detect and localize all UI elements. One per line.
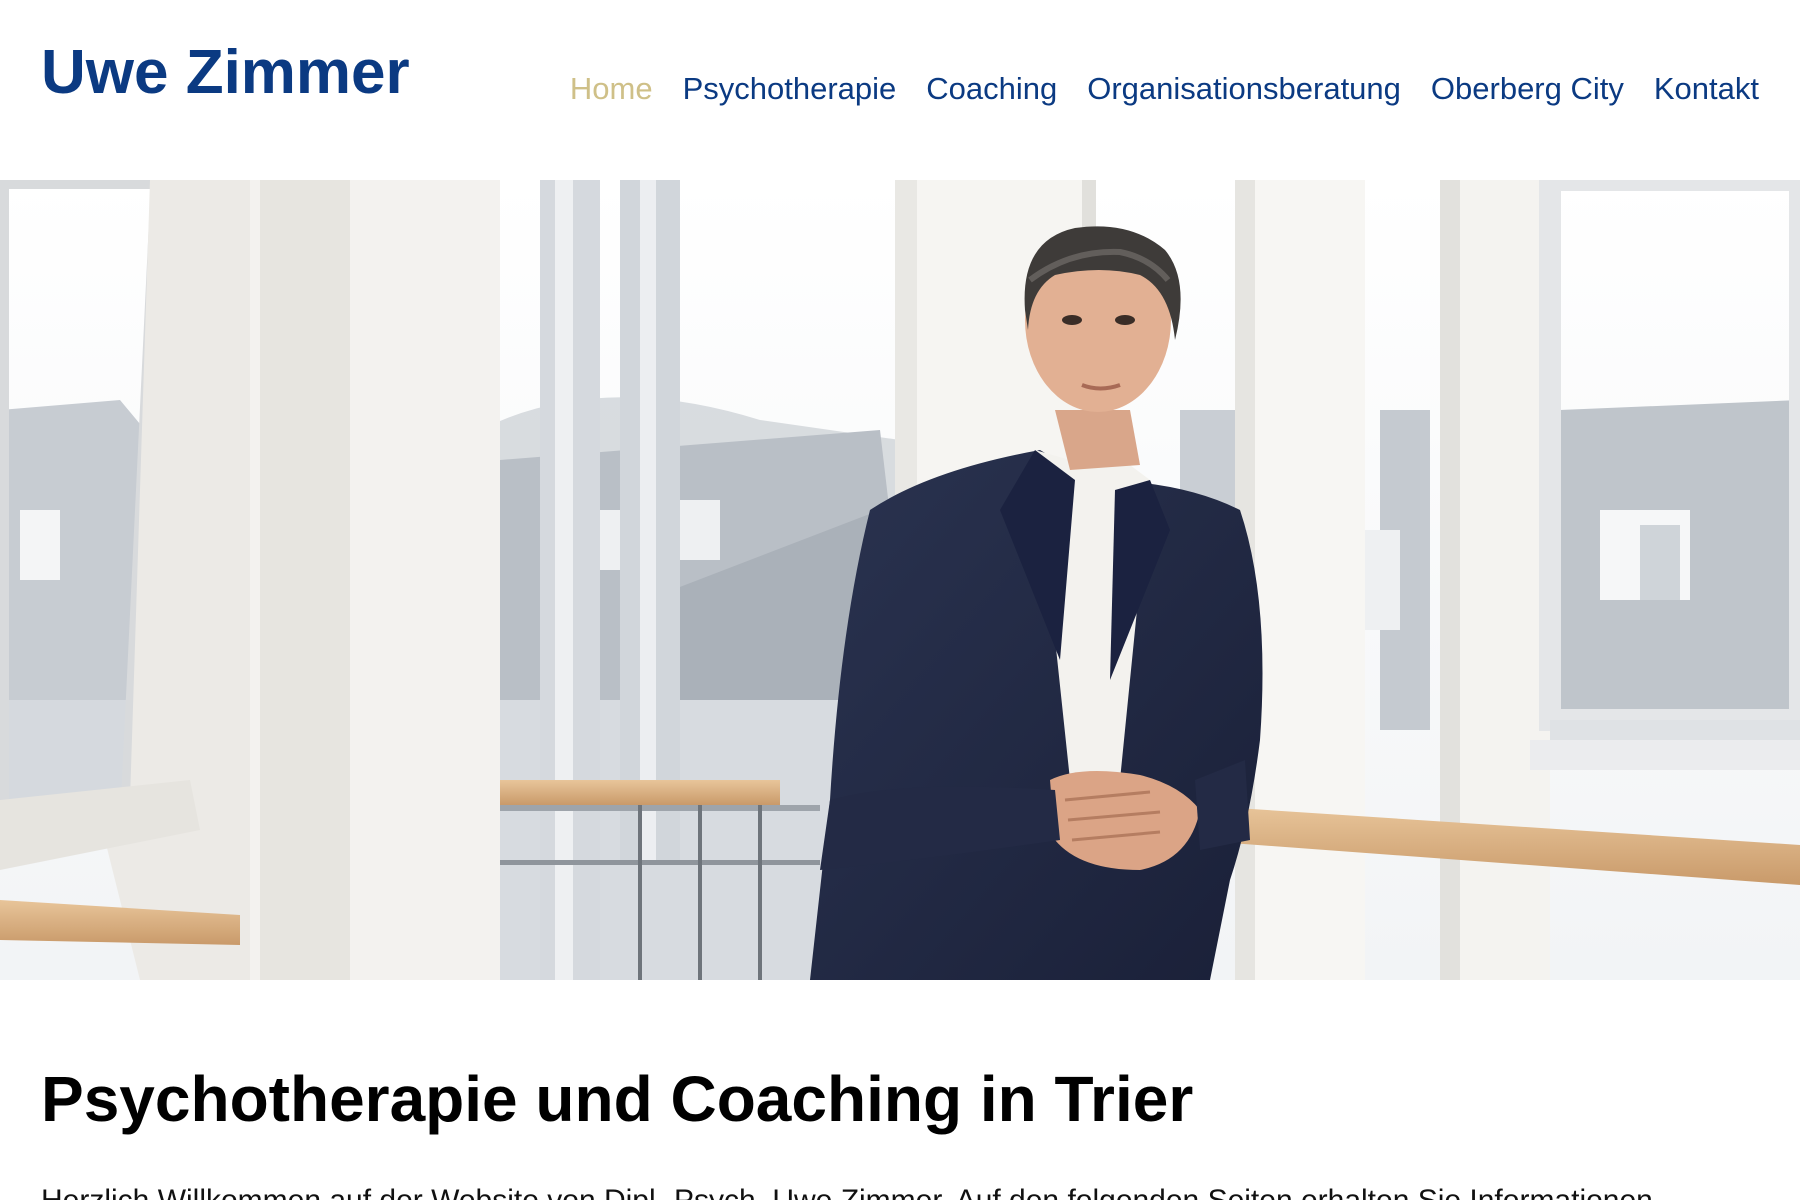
nav-item-coaching[interactable]: Coaching <box>926 70 1057 107</box>
intro-paragraph: Herzlich Willkommen auf der Website von … <box>41 1180 1759 1200</box>
site-header: Uwe Zimmer Home Psychotherapie Coaching … <box>0 0 1800 180</box>
hero-photo <box>0 180 1800 980</box>
main-navigation: Home Psychotherapie Coaching Organisatio… <box>570 70 1759 107</box>
nav-item-organisationsberatung[interactable]: Organisationsberatung <box>1087 70 1401 107</box>
hero-image <box>0 180 1800 980</box>
page: Uwe Zimmer Home Psychotherapie Coaching … <box>0 0 1800 1200</box>
nav-item-kontakt[interactable]: Kontakt <box>1654 70 1759 107</box>
nav-item-oberberg-city[interactable]: Oberberg City <box>1431 70 1624 107</box>
page-title: Psychotherapie und Coaching in Trier <box>41 1063 1194 1135</box>
site-logo[interactable]: Uwe Zimmer <box>41 42 410 104</box>
nav-item-psychotherapie[interactable]: Psychotherapie <box>683 70 897 107</box>
nav-item-home[interactable]: Home <box>570 70 653 107</box>
